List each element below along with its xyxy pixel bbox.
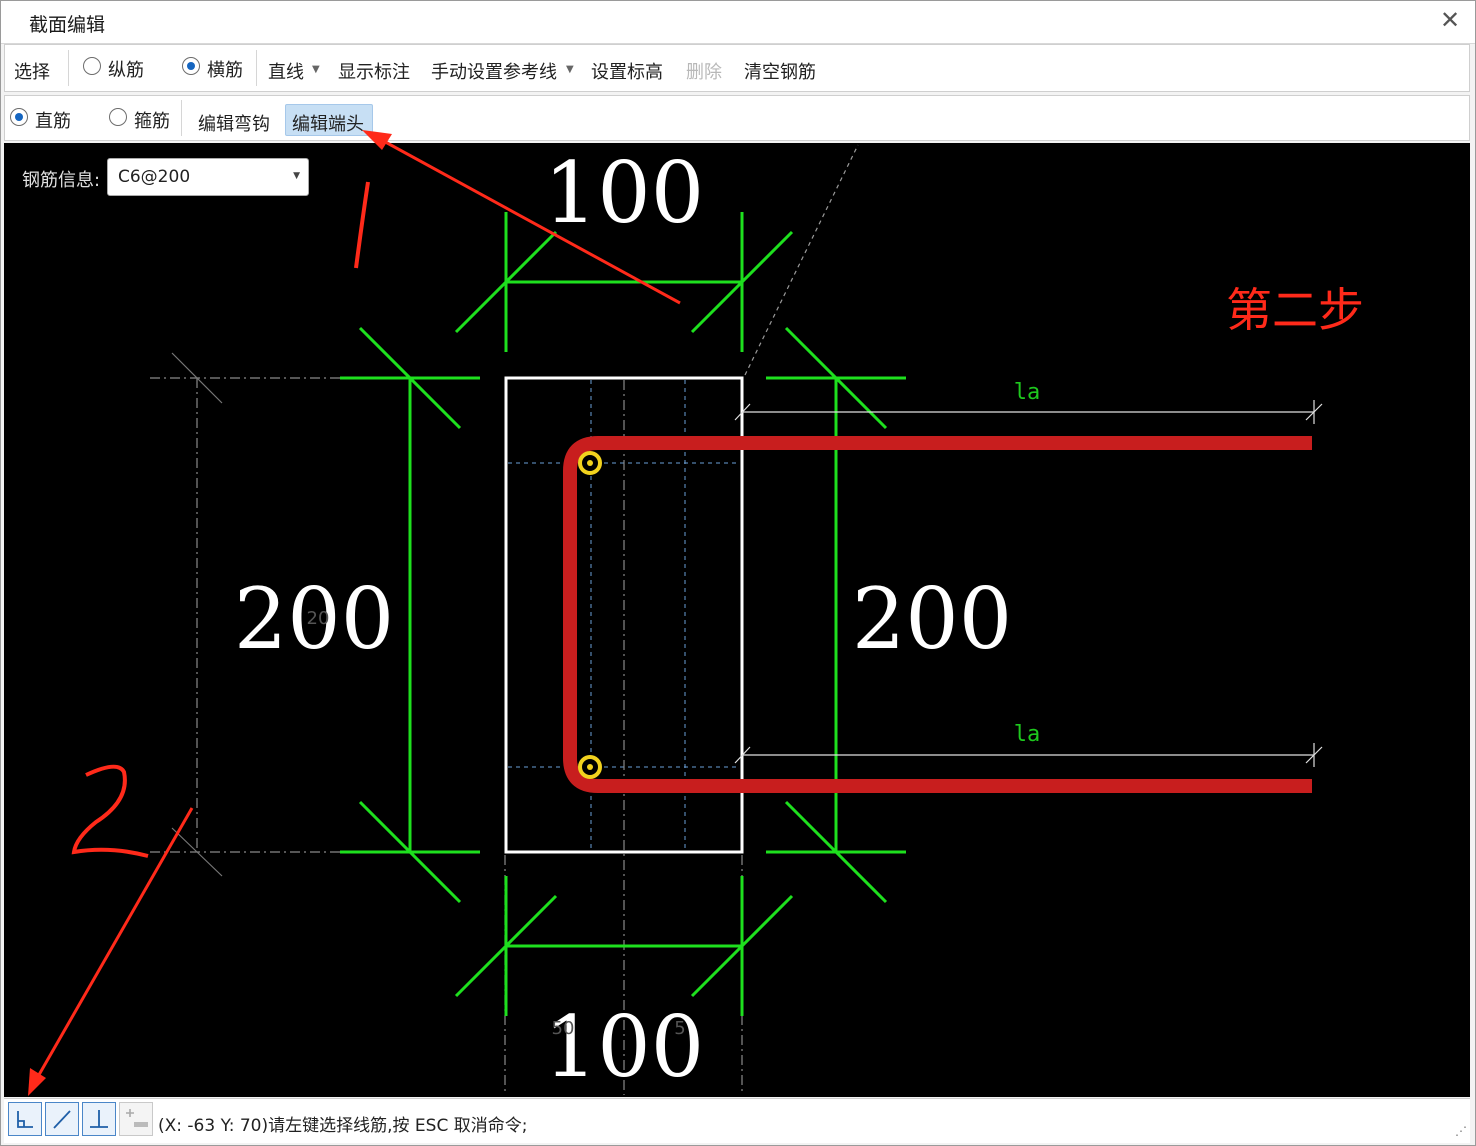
dim-text-top: 100: [544, 144, 704, 242]
rebar-point-center: [587, 460, 593, 466]
dim-text-right: 200: [852, 570, 1012, 668]
ortho-snap-icon[interactable]: [8, 1102, 42, 1136]
chevron-down-icon[interactable]: ▼: [293, 171, 300, 181]
faint-dim-text: 20: [307, 608, 330, 629]
arrow-head: [28, 1068, 46, 1096]
dim-text-bottom: 100: [544, 998, 704, 1096]
arrow-head: [362, 130, 392, 150]
step-annotation: 第二步: [1226, 283, 1364, 337]
la-label-bottom: la: [1014, 722, 1041, 747]
rebar-points: [578, 451, 602, 779]
rebar-point-center: [587, 764, 593, 770]
status-message: (X: -63 Y: 70)请左键选择线筋,按 ESC 取消命令;: [158, 1116, 528, 1136]
line-snap-icon[interactable]: [45, 1102, 79, 1136]
construction-lines: [150, 377, 743, 1095]
perpendicular-icon[interactable]: [82, 1102, 116, 1136]
faint-dim-text: 50: [552, 1018, 575, 1039]
la-label-top: la: [1014, 380, 1041, 405]
rebar-info-select[interactable]: C6@200 ▼: [107, 158, 309, 196]
resize-grip-icon[interactable]: ⋰: [1455, 1124, 1467, 1138]
faint-dim-text: 5: [674, 1018, 685, 1039]
handwritten-one: [354, 181, 370, 269]
rebar-info-value: C6@200: [118, 167, 191, 187]
add-point-icon[interactable]: [119, 1102, 153, 1136]
dimension-lines: [340, 212, 906, 1016]
la-dimensions: [734, 400, 1323, 767]
rebar-info-label: 钢筋信息:: [22, 170, 101, 191]
handwritten-two: [71, 764, 149, 858]
